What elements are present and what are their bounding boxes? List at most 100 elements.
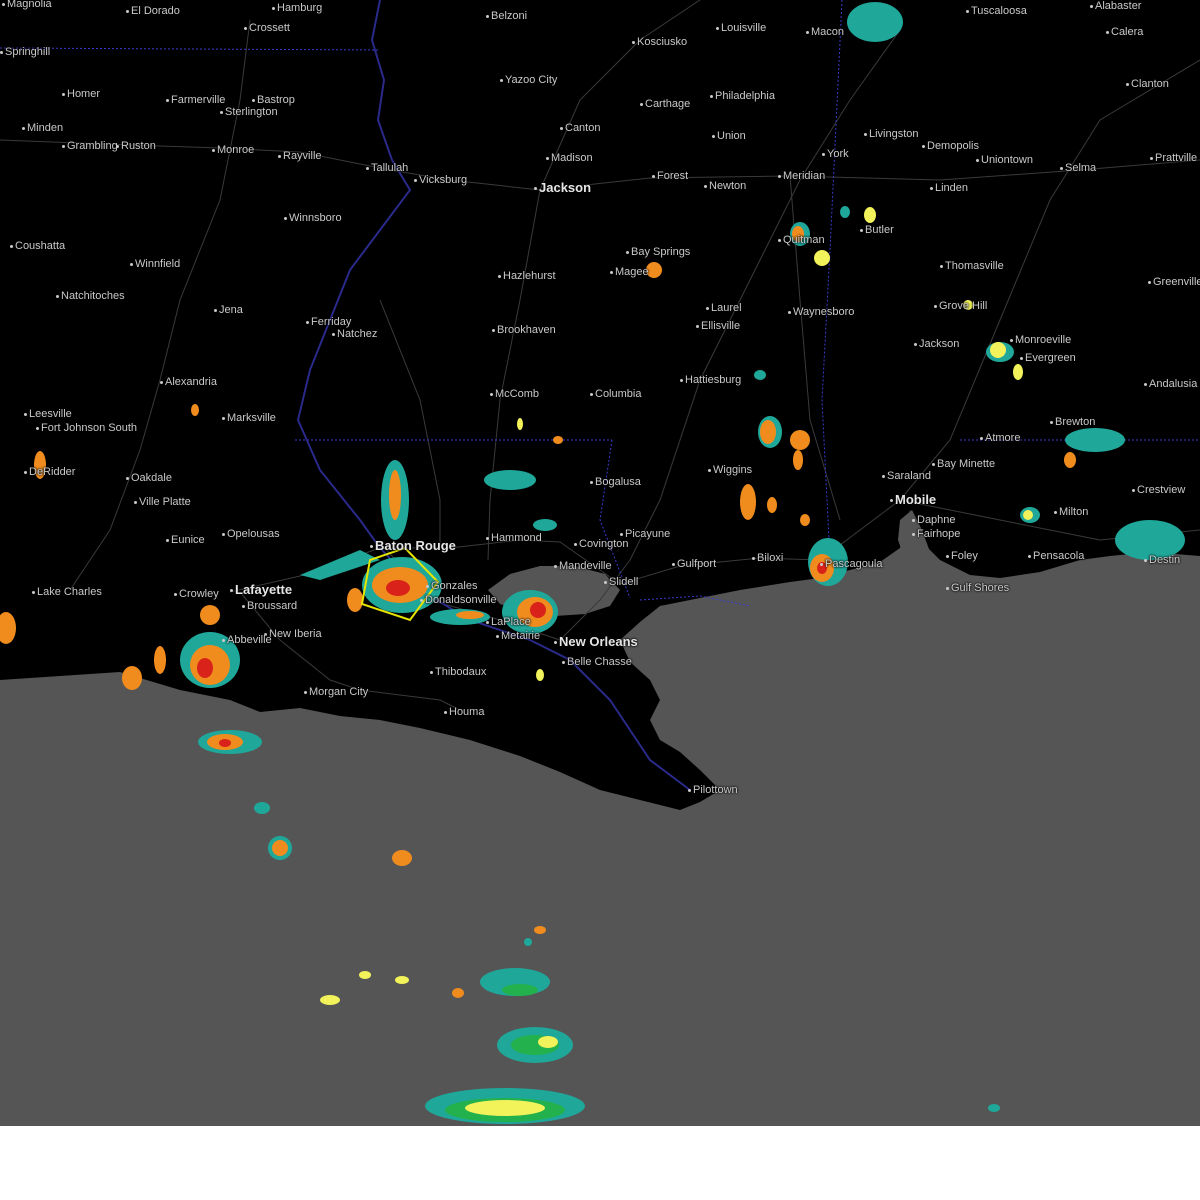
city-name: Wiggins (713, 464, 753, 476)
city-label: Wiggins (708, 464, 752, 476)
city-label: Macon (806, 26, 844, 38)
city-name: Uniontown (981, 154, 1033, 166)
city-name: Foley (951, 550, 978, 562)
city-name: Louisville (721, 22, 767, 34)
city-label: Bay Springs (626, 246, 690, 258)
city-name: Jackson (539, 180, 592, 195)
city-dot (610, 270, 613, 274)
city-name: Crowley (179, 588, 219, 600)
city-label: Mobile (890, 493, 936, 506)
city-label: Greenville (1148, 276, 1200, 288)
city-name: Bay Minette (937, 458, 996, 470)
city-label: Winnfield (130, 258, 180, 270)
city-name: Clanton (1131, 78, 1169, 90)
city-dot (134, 500, 137, 504)
city-label: Daphne (912, 514, 956, 526)
city-dot (696, 324, 699, 328)
city-dot (704, 184, 707, 188)
city-label: Pensacola (1028, 550, 1084, 562)
city-label: Ellisville (696, 320, 740, 332)
city-dot (890, 499, 893, 503)
city-label: Canton (560, 122, 600, 134)
city-label: Thomasville (940, 260, 1004, 272)
city-label: Winnsboro (284, 212, 342, 224)
city-name: Columbia (595, 388, 642, 400)
city-label: Hazlehurst (498, 270, 556, 282)
city-label: Laurel (706, 302, 742, 314)
city-dot (24, 412, 27, 416)
city-name: Ellisville (701, 320, 741, 332)
city-label: Uniontown (976, 154, 1033, 166)
city-dot (640, 102, 643, 106)
city-dot (1132, 488, 1135, 492)
city-dot (306, 320, 309, 324)
city-dot (922, 144, 925, 148)
city-label: Rayville (278, 150, 322, 162)
city-dot (166, 98, 169, 102)
city-label: Crestview (1132, 484, 1185, 496)
city-dot (562, 660, 565, 664)
city-label: Columbia (590, 388, 641, 400)
city-dot (930, 186, 933, 190)
city-label: Morgan City (304, 686, 368, 698)
city-dot (590, 480, 593, 484)
city-dot (712, 134, 715, 138)
city-dot (620, 532, 623, 536)
city-dot (710, 94, 713, 98)
city-name: Thomasville (945, 260, 1004, 272)
city-label: Hammond (486, 532, 542, 544)
city-label: Kosciusko (632, 36, 687, 48)
city-name: Mandeville (559, 560, 612, 572)
city-label: Picayune (620, 528, 670, 540)
city-label: Natchez (332, 328, 377, 340)
city-name: Yazoo City (505, 74, 558, 86)
city-label: Selma (1060, 162, 1096, 174)
city-name: Bogalusa (595, 476, 641, 488)
city-label: LaPlace (486, 616, 531, 628)
city-label: Brookhaven (492, 324, 556, 336)
city-dot (706, 306, 709, 310)
city-dot (490, 392, 493, 396)
city-dot (752, 556, 755, 560)
city-label: Waynesboro (788, 306, 854, 318)
city-dot (160, 380, 163, 384)
city-name: Newton (709, 180, 747, 192)
city-dot (1106, 30, 1109, 34)
city-name: Opelousas (227, 528, 280, 540)
city-dot (934, 304, 937, 308)
city-label: Bogalusa (590, 476, 641, 488)
city-label: Crossett (244, 22, 290, 34)
city-label: El Dorado (126, 5, 180, 17)
city-name: Homer (67, 88, 101, 100)
city-name: New Orleans (559, 634, 638, 649)
city-label: Gulf Shores (946, 582, 1009, 594)
city-label: Lafayette (230, 583, 292, 596)
city-dot (940, 264, 943, 268)
city-dot (1010, 338, 1013, 342)
city-name: Donaldsonville (425, 594, 497, 606)
city-dot (36, 426, 39, 430)
city-dot (1054, 510, 1057, 514)
state-borders (0, 0, 1200, 607)
city-name: Metairie (501, 630, 541, 642)
city-label: Carthage (640, 98, 690, 110)
city-label: Oakdale (126, 472, 172, 484)
city-name: Eunice (171, 534, 205, 546)
radar-map[interactable]: Magnolia El Dorado Hamburg Crossett Belzoni K… (0, 0, 1200, 1126)
city-label: Demopolis (922, 140, 979, 152)
city-name: Carthage (645, 98, 691, 110)
city-dot (126, 476, 129, 480)
city-label: Lake Charles (32, 586, 102, 598)
city-name: Sterlington (225, 106, 278, 118)
city-label: Belle Chasse (562, 656, 632, 668)
city-label: Fairhope (912, 528, 960, 540)
city-name: New Iberia (269, 628, 322, 640)
city-name: Picayune (625, 528, 671, 540)
city-label: New Orleans (554, 634, 638, 649)
city-name: Gulf Shores (951, 582, 1010, 594)
city-label: Houma (444, 706, 484, 718)
city-dot (230, 589, 233, 593)
city-name: Gulfport (677, 558, 717, 570)
city-dot (430, 670, 433, 674)
city-name: Fort Johnson South (41, 422, 138, 434)
